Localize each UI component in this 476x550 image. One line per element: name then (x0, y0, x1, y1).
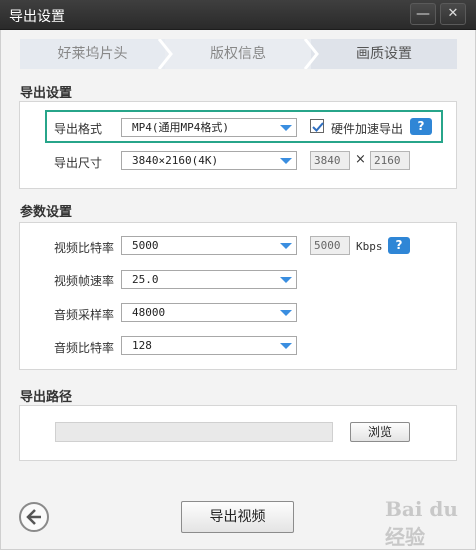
framerate-label: 视频帧速率 (54, 274, 115, 288)
close-icon: ✕ (447, 6, 459, 21)
bitrate-unit: Kbps (356, 240, 383, 253)
chevron-right-icon (157, 39, 173, 69)
export-video-button[interactable]: 导出视频 (181, 501, 294, 533)
step-tabs: 好莱坞片头 版权信息 画质设置 (20, 39, 457, 69)
back-button[interactable] (19, 502, 49, 532)
chevron-down-icon (280, 343, 292, 349)
title-bar: 导出设置 — ✕ (0, 0, 476, 30)
framerate-value: 25.0 (132, 273, 159, 286)
chevron-down-icon (280, 243, 292, 249)
samplerate-value: 48000 (132, 306, 166, 319)
video-bitrate-select[interactable]: 5000 (121, 236, 297, 255)
chevron-down-icon (280, 158, 292, 164)
help-icon[interactable]: ? (410, 118, 432, 135)
video-bitrate-value: 5000 (132, 239, 159, 252)
step-intro[interactable]: 好莱坞片头 (20, 39, 165, 69)
size-value: 3840×2160(4K) (132, 154, 219, 167)
chevron-right-icon (303, 39, 319, 69)
width-input[interactable]: 3840 (310, 151, 350, 170)
help-icon[interactable]: ? (388, 237, 410, 254)
chevron-down-icon (280, 277, 292, 283)
close-button[interactable]: ✕ (440, 3, 466, 25)
step-copyright[interactable]: 版权信息 (165, 39, 311, 69)
step-quality[interactable]: 画质设置 (311, 39, 457, 69)
video-bitrate-input[interactable]: 5000 (310, 236, 350, 255)
export-settings-title: 导出设置 (20, 86, 73, 101)
chevron-down-icon (280, 310, 292, 316)
framerate-select[interactable]: 25.0 (121, 270, 297, 289)
path-input[interactable] (55, 422, 333, 442)
hw-accel-checkbox[interactable] (310, 119, 324, 133)
size-label: 导出尺寸 (54, 156, 103, 170)
hw-accel-label: 硬件加速导出 (331, 122, 404, 136)
params-title: 参数设置 (20, 205, 73, 220)
watermark: Bai du 经验 (385, 497, 458, 549)
minimize-button[interactable]: — (410, 3, 436, 25)
audio-bitrate-label: 音频比特率 (54, 341, 115, 355)
samplerate-label: 音频采样率 (54, 308, 115, 322)
video-bitrate-label: 视频比特率 (54, 241, 115, 255)
check-icon (312, 122, 324, 132)
browse-button[interactable]: 浏览 (350, 422, 410, 442)
audio-bitrate-select[interactable]: 128 (121, 336, 297, 355)
times-sign: × (355, 152, 366, 167)
size-select[interactable]: 3840×2160(4K) (121, 151, 297, 170)
arrow-left-icon (26, 509, 41, 525)
window-title: 导出设置 (9, 9, 65, 25)
minimize-icon: — (416, 6, 430, 22)
audio-bitrate-value: 128 (132, 339, 152, 352)
samplerate-select[interactable]: 48000 (121, 303, 297, 322)
export-path-title: 导出路径 (20, 390, 73, 405)
height-input[interactable]: 2160 (370, 151, 410, 170)
